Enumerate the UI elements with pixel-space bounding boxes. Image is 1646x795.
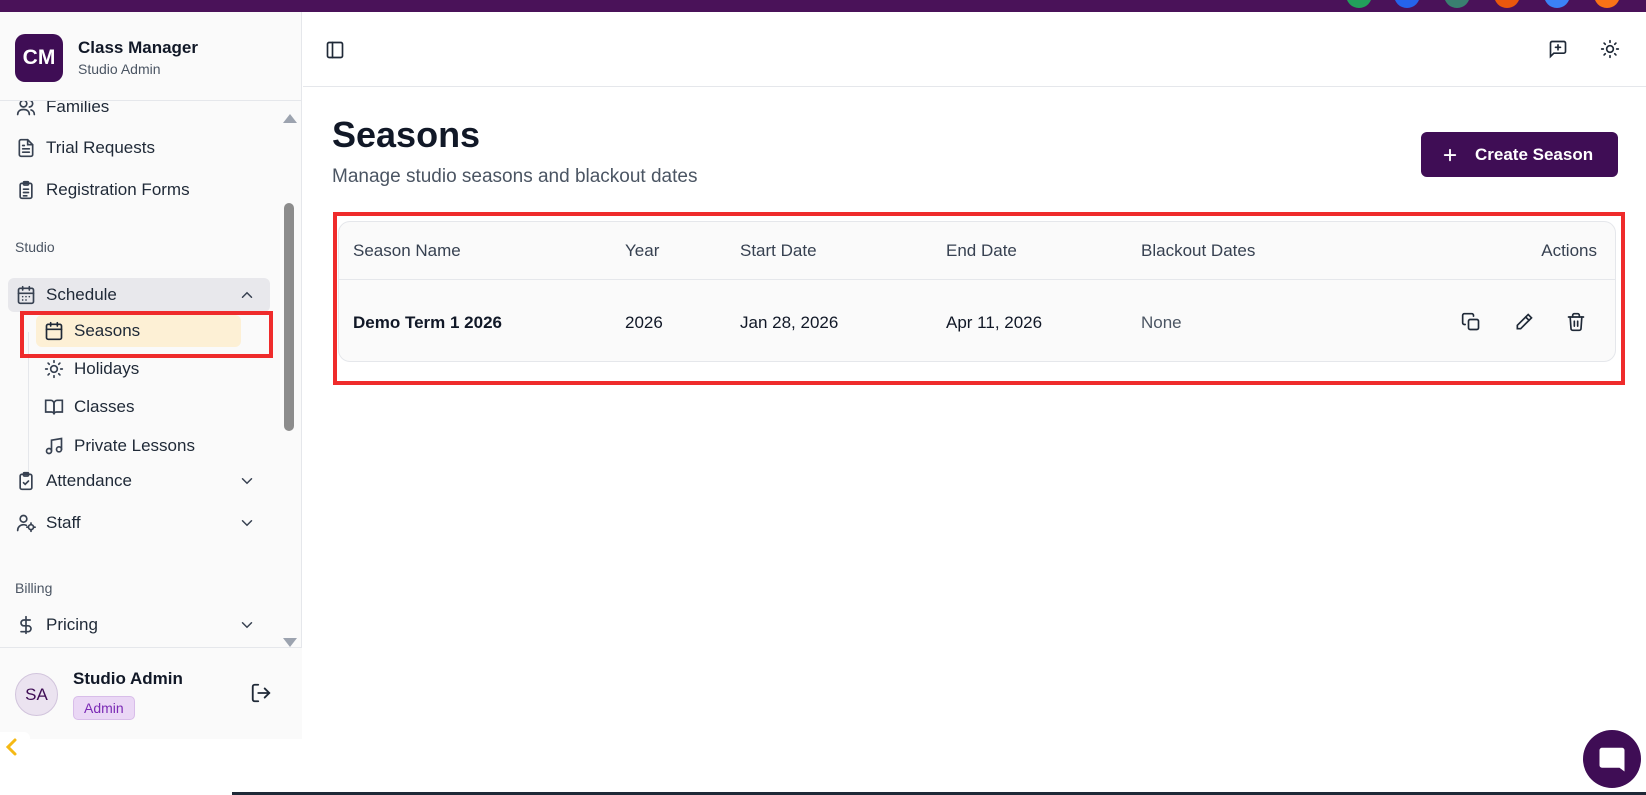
chat-icon	[1599, 747, 1625, 772]
sidebar-item-schedule[interactable]: Schedule	[8, 278, 270, 312]
column-header-blackout-dates: Blackout Dates	[1141, 241, 1256, 260]
column-header-season-name[interactable]: Season Name	[353, 241, 461, 261]
column-header-actions: Actions	[1541, 241, 1597, 260]
sidebar-item-label: Classes	[74, 397, 135, 416]
music-icon	[44, 436, 64, 456]
column-header-start-date[interactable]: Start Date	[740, 241, 817, 261]
cell-year: 2026	[625, 313, 663, 332]
page-subtitle: Manage studio seasons and blackout dates	[332, 166, 698, 187]
clipboard-check-icon	[16, 471, 36, 491]
clipboard-list-icon	[16, 180, 36, 200]
plus-icon	[1443, 148, 1457, 161]
sidebar-item-trial-requests[interactable]: Trial Requests	[8, 131, 270, 165]
section-label-billing: Billing	[15, 580, 53, 596]
sidebar-item-label: Trial Requests	[46, 138, 155, 157]
scroll-thumb[interactable]	[284, 203, 294, 431]
app-title: Class Manager	[78, 38, 198, 57]
brand-logo: CM	[15, 34, 63, 82]
create-season-label: Create Season	[1475, 144, 1594, 164]
sidebar-item-label: Registration Forms	[46, 180, 190, 199]
panel-left-icon	[326, 41, 344, 59]
delete-button[interactable]	[1564, 310, 1588, 334]
logout-icon[interactable]	[250, 682, 272, 704]
calendar-icon	[16, 285, 36, 305]
sun-icon	[1600, 39, 1620, 59]
sidebar-item-registration-forms[interactable]: Registration Forms	[8, 173, 270, 207]
chevron-left-icon	[5, 738, 17, 756]
sidebar-item-label: Families	[46, 101, 110, 116]
extension-icon[interactable]	[1494, 0, 1520, 8]
sidebar-item-pricing[interactable]: Pricing	[8, 608, 270, 642]
chat-button[interactable]	[1583, 730, 1641, 788]
sidebar-item-label: Holidays	[74, 359, 140, 378]
annotation-highlight-seasons	[20, 311, 273, 358]
avatar[interactable]: SA	[15, 673, 58, 716]
cell-blackout-dates: None	[1141, 313, 1182, 332]
section-label-studio: Studio	[15, 239, 55, 255]
chevron-down-icon	[241, 520, 253, 527]
edit-button[interactable]	[1512, 310, 1536, 334]
message-plus-icon	[1549, 40, 1567, 59]
column-header-year[interactable]: Year	[625, 241, 659, 261]
top-header	[303, 12, 1646, 87]
chevron-up-icon	[241, 291, 253, 298]
scroll-down-arrow-icon[interactable]	[283, 638, 297, 647]
column-header-end-date[interactable]: End Date	[946, 241, 1017, 261]
pencil-icon	[1516, 313, 1533, 330]
sun-icon	[44, 359, 64, 379]
role-badge: Admin	[73, 696, 135, 720]
browser-top-bar	[0, 0, 1646, 12]
cell-end-date: Apr 11, 2026	[946, 313, 1043, 332]
toggle-sidebar-button[interactable]	[321, 36, 349, 64]
sidebar-item-attendance[interactable]: Attendance	[8, 464, 270, 498]
table-header-row: Season Name Year Start Date End Date Bla…	[339, 222, 1615, 280]
sidebar-item-label: Pricing	[46, 615, 98, 634]
dollar-icon	[16, 615, 36, 635]
sidebar-item-staff[interactable]: Staff	[8, 506, 270, 540]
sidebar-item-label: Attendance	[46, 471, 133, 490]
seasons-table: Season Name Year Start Date End Date Bla…	[338, 221, 1616, 362]
feedback-button[interactable]	[1544, 35, 1572, 63]
trash-icon	[1567, 312, 1585, 332]
duplicate-button[interactable]	[1459, 310, 1483, 334]
chevron-down-icon	[241, 622, 253, 629]
page-title: Seasons	[332, 114, 481, 155]
extension-icon[interactable]	[1346, 0, 1372, 8]
file-text-icon	[16, 138, 36, 158]
cell-season-name: Demo Term 1 2026	[353, 313, 502, 332]
chevron-down-icon	[241, 478, 253, 485]
sidebar-scrollbar[interactable]	[280, 108, 298, 654]
sidebar-item-families[interactable]: Families	[8, 101, 270, 124]
extension-icon[interactable]	[1444, 0, 1470, 8]
sidebar-item-label: Private Lessons	[74, 436, 195, 455]
brand-header[interactable]: CM Class Manager Studio Admin	[0, 12, 302, 101]
cell-start-date: Jan 28, 2026	[740, 313, 839, 332]
book-open-icon	[44, 397, 64, 417]
extension-icon[interactable]	[1544, 0, 1570, 8]
user-name: Studio Admin	[73, 669, 183, 688]
sidebar-nav: Families Trial Requests Registration For…	[0, 101, 279, 647]
theme-toggle-button[interactable]	[1596, 35, 1624, 63]
app-subtitle: Studio Admin	[78, 61, 161, 77]
users-icon	[16, 101, 36, 117]
user-profile: SA Studio Admin Admin	[0, 647, 302, 739]
copy-icon	[1461, 312, 1480, 331]
extension-icon[interactable]	[1594, 0, 1620, 8]
sidebar-item-label: Staff	[46, 513, 81, 532]
sidebar: CM Class Manager Studio Admin Families T…	[0, 12, 302, 739]
sidebar-item-classes[interactable]: Classes	[36, 391, 241, 423]
extension-icon[interactable]	[1394, 0, 1420, 8]
scroll-up-arrow-icon[interactable]	[283, 114, 297, 123]
create-season-button[interactable]: Create Season	[1421, 132, 1618, 177]
sidebar-item-label: Schedule	[46, 285, 117, 304]
user-cog-icon	[16, 513, 36, 533]
sidebar-item-private-lessons[interactable]: Private Lessons	[36, 430, 241, 462]
collapse-toggle[interactable]	[0, 732, 30, 762]
